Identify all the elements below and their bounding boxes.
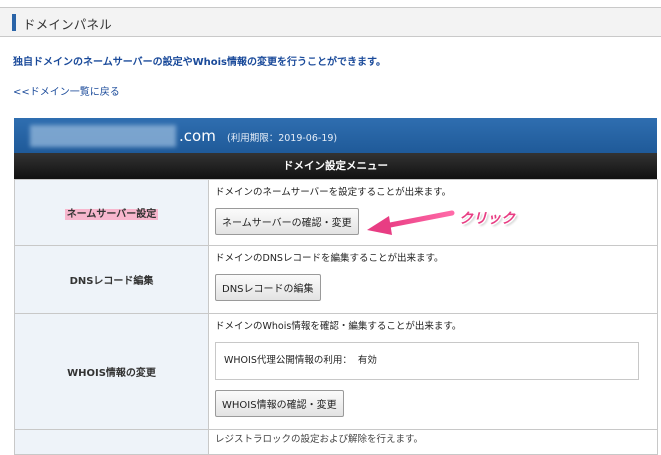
dns-edit-button[interactable]: DNSレコードの編集 <box>215 274 321 301</box>
panel-header: ドメインパネル <box>0 7 661 37</box>
menu-header: ドメイン設定メニュー <box>14 153 657 179</box>
domain-expiry: (利用期限：2019-06-19) <box>227 133 338 144</box>
back-to-domain-list-link[interactable]: <<ドメイン一覧に戻る <box>13 83 120 98</box>
whois-check-change-button[interactable]: WHOIS情報の確認・変更 <box>215 390 344 417</box>
dns-label-cell: DNSレコード編集 <box>14 245 209 314</box>
whois-label: WHOIS情報の変更 <box>67 368 156 379</box>
dns-description: ドメインのDNSレコードを編集することが出来ます。 <box>215 253 444 264</box>
dns-content-cell: ドメインのDNSレコードを編集することが出来ます。 DNSレコードの編集 <box>208 245 658 314</box>
table-row: レジストラロックの設定および解除を行えます。 <box>14 429 658 455</box>
nameserver-check-change-button[interactable]: ネームサーバーの確認・変更 <box>215 208 359 235</box>
table-row: DNSレコード編集 ドメインのDNSレコードを編集することが出来ます。 DNSレ… <box>14 245 658 314</box>
partial-row-text: レジストラロックの設定および解除を行えます。 <box>215 434 424 445</box>
whois-proxy-info-box: WHOIS代理公開情報の利用： 有効 <box>215 342 639 380</box>
table-row: WHOIS情報の変更 ドメインのWhois情報を確認・編集することが出来ます。 … <box>14 313 658 430</box>
nameserver-label-cell: ネームサーバー設定 <box>14 179 209 246</box>
whois-proxy-value: 有効 <box>357 355 377 366</box>
domain-settings-table: ネームサーバー設定 ドメインのネームサーバーを設定することが出来ます。 ネームサ… <box>14 179 658 455</box>
nameserver-content-cell: ドメインのネームサーバーを設定することが出来ます。 ネームサーバーの確認・変更 <box>208 179 658 246</box>
next-content-cell: レジストラロックの設定および解除を行えます。 <box>208 429 658 455</box>
panel-header-accent <box>12 14 16 31</box>
whois-label-cell: WHOIS情報の変更 <box>14 313 209 430</box>
click-annotation: クリック <box>459 211 515 227</box>
next-label-cell <box>14 429 209 455</box>
table-row: ネームサーバー設定 ドメインのネームサーバーを設定することが出来ます。 ネームサ… <box>14 179 658 246</box>
domain-bar: .com (利用期限：2019-06-19) <box>14 118 657 154</box>
whois-content-cell: ドメインのWhois情報を確認・編集することが出来ます。 WHOIS代理公開情報… <box>208 313 658 430</box>
page-description: 独自ドメインのネームサーバーの設定やWhois情報の変更を行うことができます。 <box>13 57 386 68</box>
nameserver-label: ネームサーバー設定 <box>64 209 159 220</box>
domain-tld: .com <box>179 127 216 145</box>
whois-description: ドメインのWhois情報を確認・編集することが出来ます。 <box>215 321 462 332</box>
blurred-domain-name <box>30 125 176 147</box>
dns-label: DNSレコード編集 <box>69 276 154 287</box>
panel-title: ドメインパネル <box>23 17 112 32</box>
nameserver-description: ドメインのネームサーバーを設定することが出来ます。 <box>215 187 452 198</box>
whois-proxy-label: WHOIS代理公開情報の利用： <box>224 355 352 366</box>
